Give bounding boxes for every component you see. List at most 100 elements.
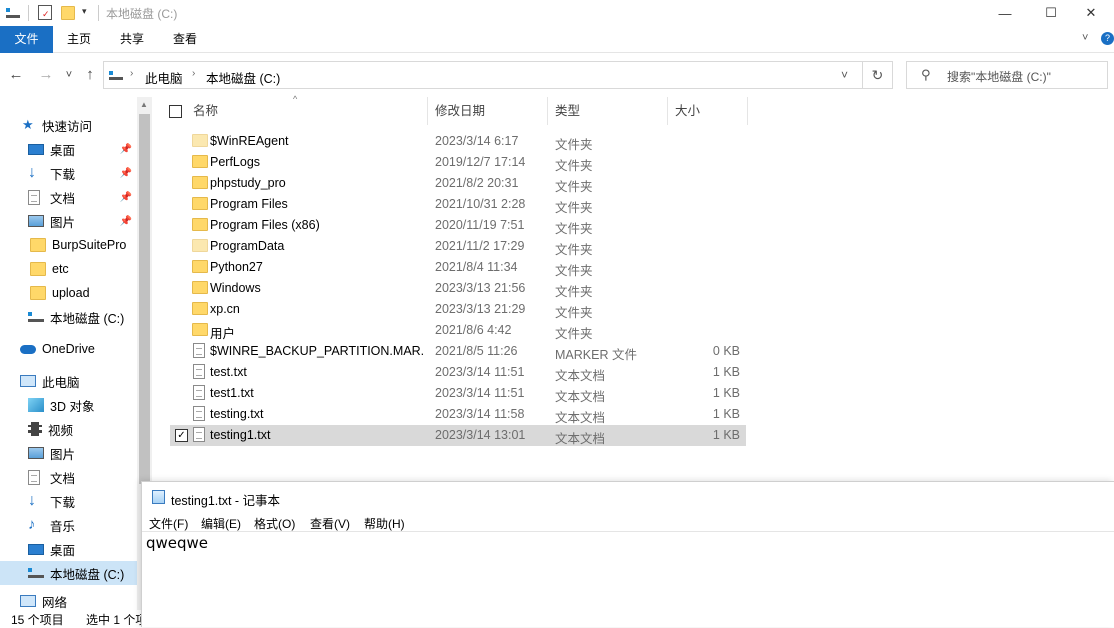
file-type: 文本文档 [555, 432, 606, 446]
sidebar-item-music[interactable]: ♪ 音乐 [0, 513, 150, 537]
file-type: 文本文档 [555, 411, 606, 425]
properties-icon[interactable]: ✓ [38, 5, 52, 20]
help-icon[interactable]: ? [1101, 32, 1114, 45]
notepad-title-bar[interactable]: testing1.txt - 记事本 [142, 482, 1114, 512]
drive-icon [6, 8, 20, 18]
item-count: 15 个项目 [11, 613, 64, 627]
breadcrumb-local-disk[interactable]: 本地磁盘 (C:) [206, 68, 280, 87]
menu-help[interactable]: 帮助(H) [364, 515, 405, 532]
search-input[interactable]: 搜索"本地磁盘 (C:)" [947, 68, 1051, 85]
address-dropdown-button[interactable]: ˅ [841, 68, 848, 82]
forward-button[interactable]: → [36, 65, 56, 85]
sidebar-item-pictures[interactable]: 图片 📌 [0, 209, 150, 233]
file-name: testing.txt [210, 407, 264, 421]
menu-format[interactable]: 格式(O) [254, 515, 295, 532]
row-checkbox[interactable]: ✓ [175, 429, 188, 442]
menu-file[interactable]: 文件(F) [149, 515, 188, 532]
tab-file[interactable]: 文件 [0, 26, 53, 53]
column-size[interactable]: 大小 [675, 97, 700, 125]
file-date: 2020/11/19 7:51 [435, 218, 525, 232]
notepad-window[interactable]: testing1.txt - 记事本 文件(F) 编辑(E) 格式(O) 查看(… [141, 481, 1114, 627]
file-row[interactable]: phpstudy_pro 2021/8/2 20:31 文件夹 [170, 173, 746, 194]
sidebar-item-local-disk-quick[interactable]: 本地磁盘 (C:) [0, 305, 150, 329]
up-button[interactable]: ↑ [80, 65, 100, 85]
sidebar-item-upload[interactable]: upload [0, 281, 150, 305]
sidebar-item-desktop[interactable]: 桌面 📌 [0, 137, 150, 161]
sidebar-item-desktop-pc[interactable]: 桌面 [0, 537, 150, 561]
sidebar-item-this-pc[interactable]: 此电脑 [0, 369, 150, 393]
sidebar-item-etc[interactable]: etc [0, 257, 150, 281]
file-row[interactable]: Python27 2021/8/4 11:34 文件夹 [170, 257, 746, 278]
file-name: Program Files (x86) [210, 218, 320, 232]
file-row[interactable]: ProgramData 2021/11/2 17:29 文件夹 [170, 236, 746, 257]
customize-dropdown-icon[interactable]: ▾ [82, 6, 87, 17]
file-row[interactable]: $WinREAgent 2023/3/14 6:17 文件夹 [170, 131, 746, 152]
pin-icon: 📌 [119, 167, 132, 179]
file-row[interactable]: $WINRE_BACKUP_PARTITION.MAR... 2021/8/5 1… [170, 341, 746, 362]
sidebar-item-burpsuitepro[interactable]: BurpSuitePro [0, 233, 150, 257]
column-divider[interactable] [427, 97, 428, 125]
sidebar-item-downloads-pc[interactable]: ↓ 下载 [0, 489, 150, 513]
drive-icon [28, 312, 44, 322]
sidebar-item-3d-objects[interactable]: 3D 对象 [0, 393, 150, 417]
sidebar-item-documents-pc[interactable]: 文档 [0, 465, 150, 489]
file-name: Program Files [210, 197, 288, 211]
file-row[interactable]: Program Files 2021/10/31 2:28 文件夹 [170, 194, 746, 215]
breadcrumb-this-pc[interactable]: 此电脑 [145, 68, 183, 87]
sidebar-item-downloads[interactable]: ↓ 下载 📌 [0, 161, 150, 185]
file-row[interactable]: xp.cn 2023/3/13 21:29 文件夹 [170, 299, 746, 320]
close-button[interactable]: ✕ [1068, 0, 1114, 26]
recent-locations-button[interactable]: ˅ [59, 65, 79, 85]
search-box[interactable]: ⚲ 搜索"本地磁盘 (C:)" [906, 61, 1108, 89]
column-divider[interactable] [547, 97, 548, 125]
file-type: 文件夹 [555, 222, 593, 236]
sidebar-item-videos[interactable]: 视频 [0, 417, 150, 441]
tab-view[interactable]: 查看 [161, 26, 209, 53]
select-all-checkbox[interactable] [169, 105, 182, 118]
pictures-icon [28, 215, 44, 227]
column-name[interactable]: 名称 [193, 97, 218, 125]
pictures-icon [28, 447, 44, 459]
file-type: 文件夹 [555, 285, 593, 299]
file-row[interactable]: testing.txt 2023/3/14 11:58 文本文档 1 KB [170, 404, 746, 425]
file-row[interactable]: PerfLogs 2019/12/7 17:14 文件夹 [170, 152, 746, 173]
file-row[interactable]: Program Files (x86) 2020/11/19 7:51 文件夹 [170, 215, 746, 236]
file-date: 2023/3/14 6:17 [435, 134, 519, 148]
notepad-text-area[interactable]: qweqwe [146, 534, 208, 552]
column-divider[interactable] [667, 97, 668, 125]
file-date: 2021/8/5 11:26 [435, 344, 518, 358]
column-date[interactable]: 修改日期 [435, 97, 485, 125]
notepad-icon [152, 490, 165, 504]
sidebar-item-local-disk-pc[interactable]: 本地磁盘 (C:) [0, 561, 137, 585]
sidebar-item-onedrive[interactable]: OneDrive [0, 337, 150, 361]
file-row[interactable]: test1.txt 2023/3/14 11:51 文本文档 1 KB [170, 383, 746, 404]
sidebar-item-documents[interactable]: 文档 📌 [0, 185, 150, 209]
address-bar[interactable]: › 此电脑 › 本地磁盘 (C:) ˅ [103, 61, 863, 89]
column-type[interactable]: 类型 [555, 97, 580, 125]
sidebar-item-quick-access[interactable]: ★ 快速访问 [0, 113, 150, 137]
file-type: 文件夹 [555, 243, 593, 257]
scrollbar-thumb[interactable] [139, 114, 150, 484]
menu-edit[interactable]: 编辑(E) [201, 515, 241, 532]
file-row[interactable]: test.txt 2023/3/14 11:51 文本文档 1 KB [170, 362, 746, 383]
file-row[interactable]: Windows 2023/3/13 21:56 文件夹 [170, 278, 746, 299]
file-date: 2023/3/14 11:51 [435, 386, 525, 400]
sidebar-item-pictures-pc[interactable]: 图片 [0, 441, 150, 465]
folder-icon [192, 281, 208, 294]
back-button[interactable]: ← [6, 65, 26, 85]
sidebar-item-network[interactable]: 网络 [0, 593, 150, 609]
scroll-up-icon[interactable]: ▲ [140, 100, 148, 109]
file-type: 文本文档 [555, 390, 606, 404]
tab-share[interactable]: 共享 [108, 26, 156, 53]
breadcrumb-separator-icon: › [130, 68, 134, 79]
file-row[interactable]: ✓ testing1.txt 2023/3/14 13:01 文本文档 1 KB [170, 425, 746, 446]
minimize-button[interactable]: — [982, 0, 1028, 26]
ribbon-expand-icon[interactable]: ˅ [1082, 32, 1088, 44]
new-folder-icon[interactable] [61, 6, 75, 20]
download-icon: ↓ [28, 164, 36, 181]
tab-home[interactable]: 主页 [55, 26, 103, 53]
column-divider[interactable] [747, 97, 748, 125]
menu-view[interactable]: 查看(V) [310, 515, 350, 532]
refresh-button[interactable]: ↻ [863, 61, 893, 89]
file-row[interactable]: 用户 2021/8/6 4:42 文件夹 [170, 320, 746, 341]
